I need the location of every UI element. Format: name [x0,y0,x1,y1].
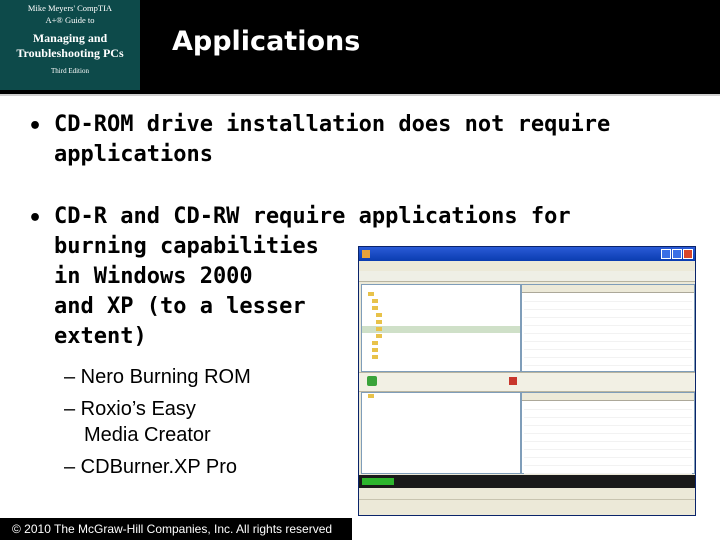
screenshot-toolbar [359,271,695,282]
bullet-dot: • [28,206,43,231]
book-badge: Mike Meyers' CompTIA A+® Guide to Managi… [0,0,140,90]
bullet-2-line-1: CD-R and CD-RW require applications for [54,204,571,229]
subbullet-nero: – Nero Burning ROM [64,366,251,388]
screenshot-menubar [359,261,695,271]
screenshot-statusbar [359,489,695,497]
bullet-1: CD-ROM drive installation does not requi… [54,110,610,170]
screenshot-taskbar [359,499,695,515]
file-list-pane [521,284,695,374]
bullet-1-line-2: applications [54,142,213,167]
window-controls [660,249,693,261]
slide-title: Applications [172,26,361,57]
badge-edition: Third Edition [51,67,89,75]
cdburnerxp-screenshot [358,246,696,516]
badge-book-title: Managing and Troubleshooting PCs [16,31,124,60]
burn-arrow-icon [367,376,377,386]
remove-icon [509,377,517,385]
compilation-tree-pane [361,392,521,474]
copyright-footer: © 2010 The McGraw-Hill Companies, Inc. A… [0,518,352,540]
folder-tree-pane [361,284,521,372]
subbullet-roxio: – Roxio’s Easy Media Creator [64,396,211,448]
subbullet-cdburner: – CDBurner.XP Pro [64,456,238,478]
screenshot-titlebar [359,247,695,261]
app-icon [362,250,370,258]
header-rule [0,94,720,96]
subbullet-roxio-line-1: – Roxio’s Easy [64,398,196,420]
badge-series: Mike Meyers' CompTIA [27,3,113,13]
badge-guide: A+® Guide to [45,15,95,25]
slide-header: Mike Meyers' CompTIA A+® Guide to Managi… [0,0,720,94]
compilation-toolbar [359,372,695,392]
disc-capacity-bar [359,475,695,488]
capacity-fill [362,478,394,485]
bullet-dot: • [28,114,43,139]
bullet-1-line-1: CD-ROM drive installation does not requi… [54,112,611,137]
compilation-files-pane [521,392,695,474]
subbullet-roxio-line-2: Media Creator [84,424,211,446]
